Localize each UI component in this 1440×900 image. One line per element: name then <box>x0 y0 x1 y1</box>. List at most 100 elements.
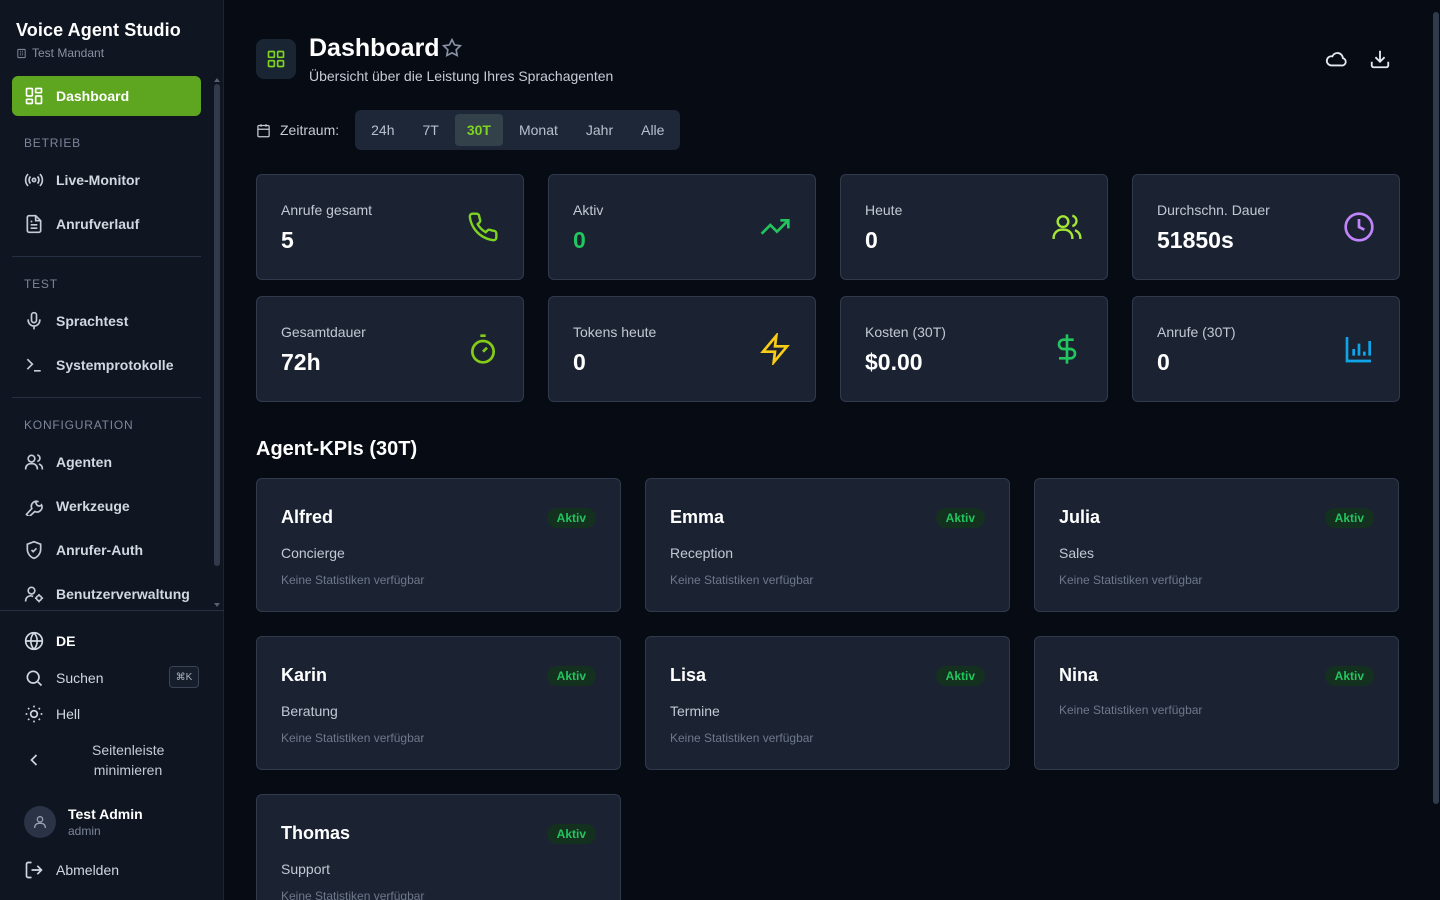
agent-name: Thomas <box>281 823 351 843</box>
terminal-icon <box>26 358 41 372</box>
sidebar-scroll-down[interactable] <box>214 603 220 607</box>
range-30t[interactable]: 30T <box>454 114 503 146</box>
nav-agenten-label: Agenten <box>56 454 112 470</box>
agent-card-alfred[interactable]: Alfred Aktiv Concierge Keine Statistiken… <box>256 478 621 612</box>
agent-name: Julia <box>1059 507 1101 527</box>
agent-stats-note: Keine Statistiken verfügbar <box>670 573 814 587</box>
nav-dashboard-label: Dashboard <box>56 88 130 104</box>
nav-anrufverlauf-label: Anrufverlauf <box>56 216 140 232</box>
agent-stats-note: Keine Statistiken verfügbar <box>1059 703 1203 717</box>
file-text-icon <box>26 214 42 234</box>
brand: Voice Agent Studio Test Mandant <box>16 20 181 60</box>
sidebar-scrollbar[interactable] <box>214 84 220 566</box>
logout-icon <box>25 861 43 879</box>
range-7t[interactable]: 7T <box>410 114 450 146</box>
time-range-selector: Zeitraum: 24h 7T 30T Monat Jahr Alle <box>256 110 681 150</box>
trending-up-icon <box>760 219 790 235</box>
nav-sprachtest[interactable]: Sprachtest <box>12 301 201 341</box>
user-cog-icon <box>24 586 44 603</box>
nav-dashboard[interactable]: Dashboard <box>12 76 201 116</box>
range-jahr[interactable]: Jahr <box>574 114 625 146</box>
nav-divider <box>12 256 201 257</box>
agent-stats-note: Keine Statistiken verfügbar <box>1059 573 1203 587</box>
main-scrollbar[interactable] <box>1433 12 1439 804</box>
agent-role: Beratung <box>281 703 338 719</box>
stat-value: 0 <box>1157 349 1170 375</box>
logout-label: Abmelden <box>56 862 120 878</box>
agent-name: Emma <box>670 507 725 527</box>
agent-stats-note: Keine Statistiken verfügbar <box>670 731 814 745</box>
status-badge: Aktiv <box>546 666 596 686</box>
cloud-icon[interactable] <box>1325 48 1347 70</box>
stat-card-aktiv: Aktiv 0 <box>548 174 816 280</box>
status-badge: Aktiv <box>935 508 985 528</box>
nav-systemprotokolle[interactable]: Systemprotokolle <box>12 345 201 385</box>
language-switch[interactable]: DE <box>24 631 75 651</box>
stat-value: 0 <box>573 349 586 375</box>
logout-button[interactable]: Abmelden <box>24 860 119 880</box>
stat-value: 5 <box>281 227 294 253</box>
agent-role: Support <box>281 861 331 877</box>
stat-card-anrufe-gesamt: Anrufe gesamt 5 <box>256 174 524 280</box>
stat-value: 0 <box>865 227 878 253</box>
nav-systemprotokolle-label: Systemprotokolle <box>56 357 174 373</box>
nav-werkzeuge-label: Werkzeuge <box>56 498 130 514</box>
stat-value: $0.00 <box>865 349 923 375</box>
collapse-sidebar-label[interactable]: Seitenleiste minimieren <box>92 740 164 780</box>
wrench-icon <box>25 500 43 516</box>
nav-live-monitor[interactable]: Live-Monitor <box>12 160 201 200</box>
agent-card-thomas[interactable]: Thomas Aktiv Support Keine Statistiken v… <box>256 794 621 900</box>
theme-toggle[interactable]: Hell <box>24 704 80 724</box>
nav-sprachtest-label: Sprachtest <box>56 313 129 329</box>
nav-section-test: TEST <box>24 277 58 291</box>
search-label: Suchen <box>56 670 104 686</box>
agent-card-karin[interactable]: Karin Aktiv Beratung Keine Statistiken v… <box>256 636 621 770</box>
agent-stats-note: Keine Statistiken verfügbar <box>281 889 425 900</box>
page-icon <box>256 39 296 79</box>
tenant-name: Test Mandant <box>32 46 105 60</box>
building-icon <box>17 48 26 58</box>
sun-icon <box>25 705 43 723</box>
stat-card-gesamtdauer: Gesamtdauer 72h <box>256 296 524 402</box>
stat-label: Durchschn. Dauer <box>1157 202 1270 218</box>
user-role: admin <box>68 824 101 838</box>
status-badge: Aktiv <box>1324 508 1374 528</box>
agent-kpis-title: Agent-KPIs (30T) <box>256 438 418 460</box>
agent-card-lisa[interactable]: Lisa Aktiv Termine Keine Statistiken ver… <box>645 636 1010 770</box>
main-content: Dashboard Übersicht über die Leistung Ih… <box>224 0 1440 900</box>
range-alle[interactable]: Alle <box>629 114 676 146</box>
sidebar-scroll-up[interactable] <box>214 78 220 82</box>
layout-grid-icon <box>25 87 43 105</box>
nav-anrufverlauf[interactable]: Anrufverlauf <box>12 204 201 244</box>
nav-agenten[interactable]: Agenten <box>12 442 201 482</box>
range-monat[interactable]: Monat <box>507 114 570 146</box>
stat-card-kosten: Kosten (30T) $0.00 <box>840 296 1108 402</box>
nav-werkzeuge[interactable]: Werkzeuge <box>12 486 201 526</box>
page-subtitle: Übersicht über die Leistung Ihres Sprach… <box>309 68 614 84</box>
star-icon[interactable] <box>442 38 462 58</box>
user-profile[interactable]: Test Admin admin <box>24 806 143 838</box>
agent-card-julia[interactable]: Julia Aktiv Sales Keine Statistiken verf… <box>1034 478 1399 612</box>
agent-name: Alfred <box>281 507 334 527</box>
nav-benutzerverwaltung-label: Benutzerverwaltung <box>56 586 190 602</box>
agent-role: Concierge <box>281 545 345 561</box>
collapse-sidebar-button[interactable] <box>24 750 44 770</box>
range-options: 24h 7T 30T Monat Jahr Alle <box>355 110 681 150</box>
stat-label: Tokens heute <box>573 324 657 340</box>
chevron-left-icon <box>30 754 38 766</box>
range-24h[interactable]: 24h <box>359 114 406 146</box>
stat-label: Kosten (30T) <box>865 324 946 340</box>
agent-card-nina[interactable]: Nina Aktiv Keine Statistiken verfügbar <box>1034 636 1399 770</box>
agent-card-emma[interactable]: Emma Aktiv Reception Keine Statistiken v… <box>645 478 1010 612</box>
page-title: Dashboard <box>309 34 440 62</box>
nav-anrufer-auth[interactable]: Anrufer-Auth <box>12 530 201 570</box>
search-button[interactable]: Suchen <box>24 668 103 688</box>
status-badge: Aktiv <box>1324 666 1374 686</box>
user-name: Test Admin <box>68 806 143 822</box>
zap-icon <box>760 333 790 365</box>
user-icon <box>34 816 46 828</box>
download-icon[interactable] <box>1369 48 1391 70</box>
nav-benutzerverwaltung[interactable]: Benutzerverwaltung <box>12 574 201 614</box>
nav-anrufer-auth-label: Anrufer-Auth <box>56 542 144 558</box>
stat-card-tokens-heute: Tokens heute 0 <box>548 296 816 402</box>
